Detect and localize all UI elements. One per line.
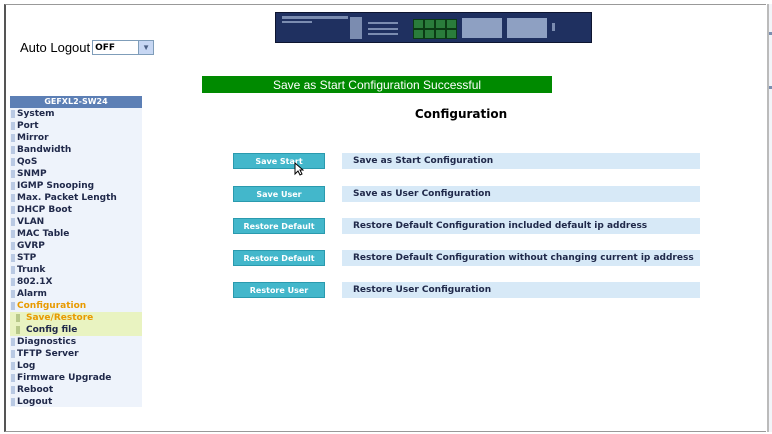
sidebar-item-config-file[interactable]: Config file [10,324,142,336]
sidebar-item-mirror[interactable]: Mirror [10,132,142,144]
action-row: Save User Save as User Configuration [233,186,700,202]
switch-panel-icon [275,12,592,43]
restore-user-button[interactable]: Restore User [233,282,325,298]
sidebar-item-tftp-server[interactable]: TFTP Server [10,348,142,360]
sidebar-item-firmware-upgrade[interactable]: Firmware Upgrade [10,372,142,384]
sidebar-item-reboot[interactable]: Reboot [10,384,142,396]
sidebar-item-system[interactable]: System [10,108,142,120]
action-description: Save as Start Configuration [342,153,700,169]
action-row: Restore Default Restore Default Configur… [233,218,700,234]
sidebar-item-snmp[interactable]: SNMP [10,168,142,180]
sidebar-item-bandwidth[interactable]: Bandwidth [10,144,142,156]
sidebar-item-configuration[interactable]: Configuration [10,300,142,312]
action-description: Restore User Configuration [342,282,700,298]
auto-logout-select[interactable]: OFF ▼ [92,40,155,55]
sidebar-header: GEFXL2-SW24 [10,96,142,108]
cursor-icon [294,162,304,176]
sidebar-item-vlan[interactable]: VLAN [10,216,142,228]
save-start-button[interactable]: Save Start [233,153,325,169]
auto-logout-label: Auto Logout [20,40,91,55]
action-row: Restore Default Restore Default Configur… [233,250,700,266]
sidebar-item-igmp-snooping[interactable]: IGMP Snooping [10,180,142,192]
sidebar-item-diagnostics[interactable]: Diagnostics [10,336,142,348]
page-title: Configuration [414,107,508,121]
action-row: Restore User Restore User Configuration [233,282,700,298]
sidebar-item-max-packet-length[interactable]: Max. Packet Length [10,192,142,204]
sidebar-item-qos[interactable]: QoS [10,156,142,168]
sidebar-item-stp[interactable]: STP [10,252,142,264]
auto-logout-value: OFF [95,42,116,53]
sidebar-item-dhcp-boot[interactable]: DHCP Boot [10,204,142,216]
restore-default-ip-button[interactable]: Restore Default [233,218,325,234]
save-user-button[interactable]: Save User [233,186,325,202]
sidebar-item-8021x[interactable]: 802.1X [10,276,142,288]
sidebar-item-alarm[interactable]: Alarm [10,288,142,300]
chevron-down-icon[interactable]: ▼ [138,41,154,54]
sidebar-item-save-restore[interactable]: Save/Restore [10,312,142,324]
sidebar-item-mac-table[interactable]: MAC Table [10,228,142,240]
auto-logout-control: Auto Logout OFF ▼ [20,40,155,55]
action-description: Restore Default Configuration included d… [342,218,700,234]
action-description: Restore Default Configuration without ch… [342,250,700,266]
sidebar: GEFXL2-SW24 System Port Mirror Bandwidth… [10,96,142,407]
sidebar-item-port[interactable]: Port [10,120,142,132]
status-banner: Save as Start Configuration Successful [202,76,552,93]
sidebar-item-gvrp[interactable]: GVRP [10,240,142,252]
sidebar-item-logout[interactable]: Logout [10,396,142,408]
restore-default-keep-ip-button[interactable]: Restore Default [233,250,325,266]
action-description: Save as User Configuration [342,186,700,202]
sidebar-item-trunk[interactable]: Trunk [10,264,142,276]
sidebar-item-log[interactable]: Log [10,360,142,372]
